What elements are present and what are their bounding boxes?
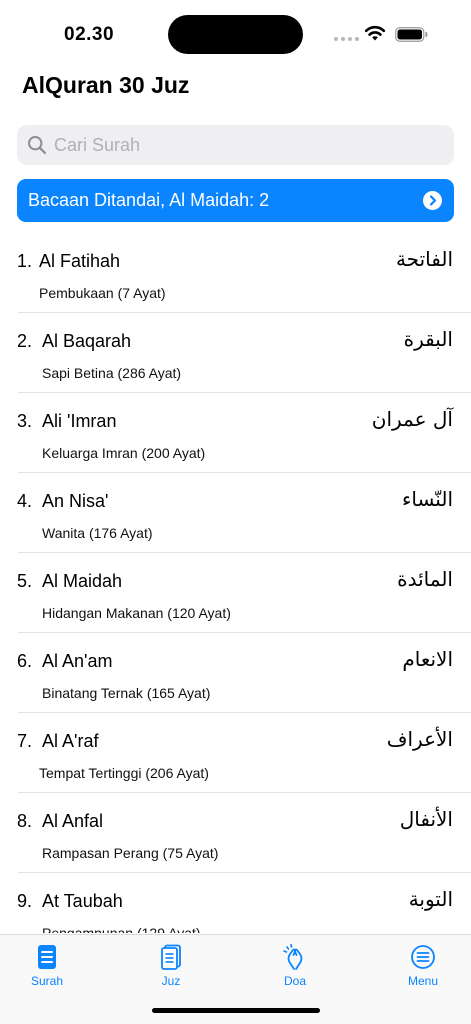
surah-row[interactable]: 6. Al An'am Binatang Ternak (165 Ayat) ا…: [0, 633, 471, 713]
surah-number: 5.: [17, 571, 33, 591]
bookmark-button[interactable]: Bacaan Ditandai, Al Maidah: 2: [17, 179, 454, 222]
surah-name: An Nisa': [42, 491, 109, 511]
surah-arabic-name: الانعام: [402, 647, 453, 671]
tab-doa[interactable]: Doa: [255, 943, 335, 988]
surah-name: Al A'raf: [42, 731, 99, 751]
home-indicator: [152, 1008, 320, 1013]
document-icon: [161, 944, 181, 970]
surah-number: 4.: [17, 491, 33, 511]
surah-number: 2.: [17, 331, 33, 351]
surah-number: 7.: [17, 731, 33, 751]
menu-circle-icon: [411, 945, 435, 969]
surah-description: Pengampunan (129 Ayat): [42, 925, 201, 933]
battery-icon: [395, 27, 428, 42]
surah-name: Al Fatihah: [39, 251, 121, 271]
search-bar[interactable]: [17, 125, 454, 165]
chevron-right-icon: [423, 191, 442, 210]
surah-number: 1.: [17, 251, 33, 271]
surah-description: Pembukaan (7 Ayat): [39, 285, 166, 301]
surah-row[interactable]: 9. At Taubah Pengampunan (129 Ayat) التو…: [0, 873, 471, 933]
tab-juz[interactable]: Juz: [131, 943, 211, 988]
surah-arabic-name: البقرة: [403, 327, 453, 351]
praying-hands-icon: [283, 943, 303, 970]
tab-label: Doa: [283, 974, 306, 988]
surah-number: 3.: [17, 411, 33, 431]
tab-menu[interactable]: Menu: [383, 943, 463, 988]
search-input[interactable]: [54, 134, 434, 156]
page-title: AlQuran 30 Juz: [22, 72, 190, 98]
surah-arabic-name: النّساء: [401, 487, 453, 511]
surah-number: 9.: [17, 891, 33, 911]
surah-arabic-name: الأعراف: [386, 727, 453, 751]
book-list-icon: [38, 945, 56, 969]
surah-row[interactable]: 8. Al Anfal Rampasan Perang (75 Ayat) ال…: [0, 793, 471, 873]
surah-name: Al An'am: [42, 651, 113, 671]
surah-name: Al Anfal: [42, 811, 104, 831]
bookmark-label: Bacaan Ditandai, Al Maidah: 2: [28, 190, 270, 210]
tab-surah[interactable]: Surah: [7, 943, 87, 988]
surah-list[interactable]: 1. Al Fatihah Pembukaan (7 Ayat) الفاتحة…: [0, 233, 471, 933]
surah-number: 6.: [17, 651, 33, 671]
surah-row[interactable]: 4. An Nisa' Wanita (176 Ayat) النّساء: [0, 473, 471, 553]
cellular-signal-icon: [334, 37, 359, 41]
surah-name: Al Maidah: [42, 571, 123, 591]
surah-name: At Taubah: [42, 891, 123, 911]
surah-arabic-name: الفاتحة: [395, 247, 453, 271]
surah-description: Binatang Ternak (165 Ayat): [42, 685, 211, 701]
surah-row[interactable]: 2. Al Baqarah Sapi Betina (286 Ayat) الب…: [0, 313, 471, 393]
surah-arabic-name: التوبة: [408, 887, 453, 911]
surah-row[interactable]: 7. Al A'raf Tempat Tertinggi (206 Ayat) …: [0, 713, 471, 793]
surah-row[interactable]: 5. Al Maidah Hidangan Makanan (120 Ayat)…: [0, 553, 471, 633]
wifi-icon: [364, 25, 386, 41]
surah-description: Keluarga Imran (200 Ayat): [42, 445, 206, 461]
dynamic-island: [168, 15, 303, 54]
surah-number: 8.: [17, 811, 33, 831]
surah-name: Al Baqarah: [42, 331, 132, 351]
surah-description: Wanita (176 Ayat): [42, 525, 153, 541]
surah-description: Tempat Tertinggi (206 Ayat): [39, 765, 209, 781]
surah-row[interactable]: 1. Al Fatihah Pembukaan (7 Ayat) الفاتحة: [0, 233, 471, 313]
surah-name: Ali 'Imran: [42, 411, 117, 431]
surah-description: Hidangan Makanan (120 Ayat): [42, 605, 231, 621]
surah-description: Sapi Betina (286 Ayat): [42, 365, 182, 381]
surah-arabic-name: آل عمران: [371, 407, 453, 431]
tab-label: Surah: [30, 974, 64, 988]
surah-arabic-name: المائدة: [397, 567, 453, 591]
tab-label: Menu: [407, 974, 439, 988]
surah-row[interactable]: 3. Ali 'Imran Keluarga Imran (200 Ayat) …: [0, 393, 471, 473]
tab-label: Juz: [161, 974, 181, 988]
surah-description: Rampasan Perang (75 Ayat): [42, 845, 219, 861]
status-bar: 02.30: [0, 0, 471, 64]
search-icon: [28, 136, 47, 155]
status-time: 02.30: [64, 24, 115, 45]
surah-arabic-name: الأنفال: [399, 807, 453, 831]
